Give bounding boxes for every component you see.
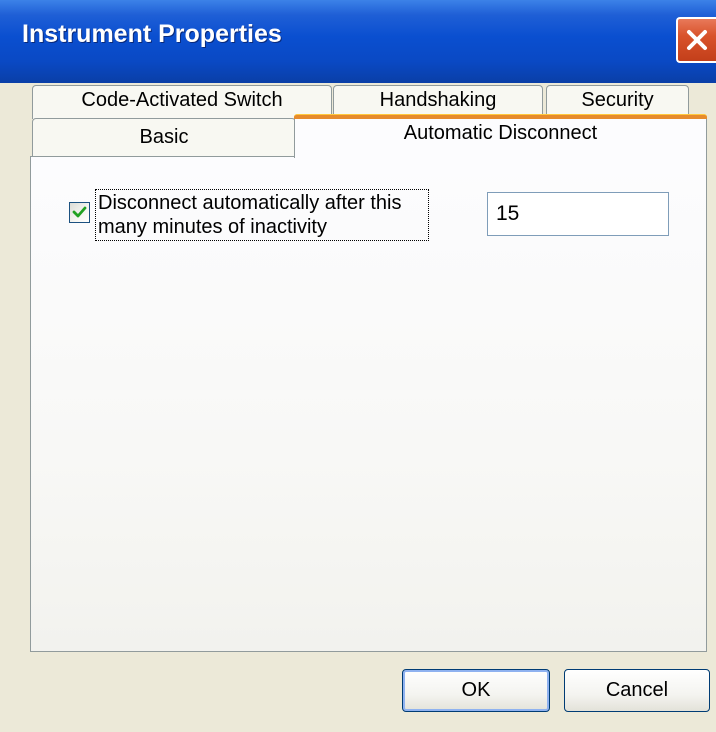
tab-code-activated-switch[interactable]: Code-Activated Switch xyxy=(32,85,332,119)
selected-tab-highlight xyxy=(294,114,707,119)
checkmark-icon xyxy=(72,206,87,218)
tab-page-automatic-disconnect: Disconnect automatically after this many… xyxy=(30,156,707,652)
ok-button[interactable]: OK xyxy=(402,669,550,712)
dialog-window: Instrument Properties Code-Activated Swi… xyxy=(0,0,716,732)
tab-label: Basic xyxy=(139,126,189,148)
tab-label: Handshaking xyxy=(379,89,497,111)
window-title: Instrument Properties xyxy=(22,20,282,48)
tab-label: Automatic Disconnect xyxy=(403,122,598,144)
title-bar[interactable]: Instrument Properties xyxy=(0,0,716,83)
cancel-button[interactable]: Cancel xyxy=(564,669,710,712)
tab-basic[interactable]: Basic xyxy=(32,118,296,156)
disconnect-checkbox[interactable] xyxy=(69,202,90,223)
tab-label: Security xyxy=(581,89,654,111)
disconnect-checkbox-label[interactable]: Disconnect automatically after this many… xyxy=(95,189,429,241)
tab-label: Code-Activated Switch xyxy=(81,89,283,111)
tab-automatic-disconnect[interactable]: Automatic Disconnect xyxy=(294,114,707,158)
close-icon xyxy=(687,30,707,50)
minutes-input[interactable] xyxy=(487,192,669,236)
close-button[interactable] xyxy=(676,17,716,63)
